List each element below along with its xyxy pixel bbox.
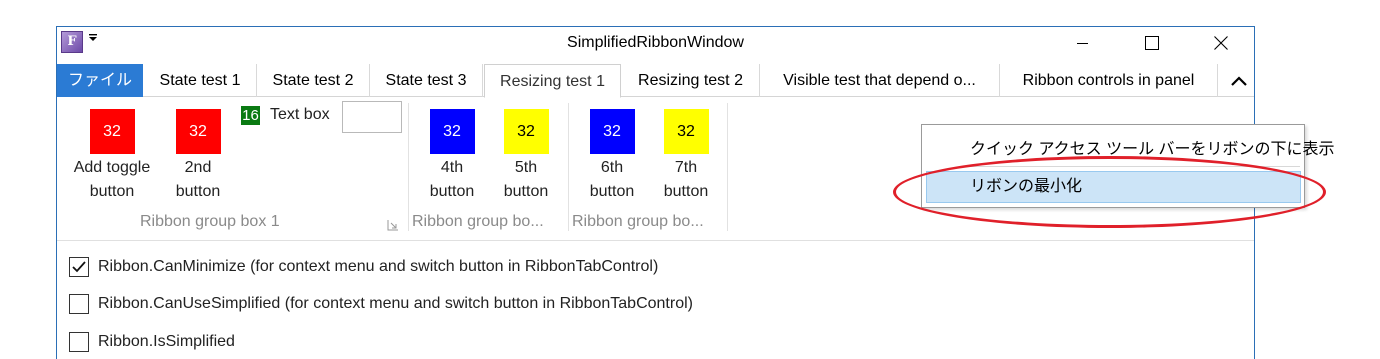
title-bar: F SimplifiedRibbonWindow [57,27,1254,59]
button-label: Add toggle [73,159,151,176]
ribbon-textbox[interactable] [342,101,402,133]
minimize-icon [1077,43,1088,44]
is-simplified-checkbox[interactable]: Ribbon.IsSimplified [69,332,235,352]
group-separator [568,103,569,231]
maximize-button[interactable] [1119,27,1185,59]
button-label: 7th [674,159,698,176]
red-32-icon: 32 [175,109,221,154]
tab-ribbon-controls-in-panel[interactable]: Ribbon controls in panel [1000,64,1218,97]
minimize-button[interactable] [1050,27,1116,59]
textbox-label: Text box [270,106,330,123]
menu-item-minimize-ribbon[interactable]: リボンの最小化 [926,171,1301,203]
tab-state-test-3[interactable]: State test 3 [370,64,483,97]
dialog-launcher-icon[interactable] [387,218,399,231]
can-use-simplified-checkbox[interactable]: Ribbon.CanUseSimplified (for context men… [69,294,693,314]
checkbox-label: Ribbon.CanUseSimplified (for context men… [98,295,693,312]
fourth-button[interactable]: 32 4th button [418,109,486,204]
button-label: button [175,183,221,200]
ribbon-context-menu: クイック アクセス ツール バーをリボンの下に表示 リボンの最小化 [921,124,1335,208]
sixth-button[interactable]: 32 6th button [578,109,646,204]
close-button[interactable] [1188,27,1254,59]
chevron-up-icon [1231,76,1247,86]
ribbon-collapse-button[interactable] [1225,66,1253,96]
button-label: button [89,183,135,200]
can-minimize-checkbox[interactable]: Ribbon.CanMinimize (for context menu and… [69,257,658,277]
group-label-1: Ribbon group box 1 [140,213,280,230]
maximize-icon [1145,36,1159,50]
button-label: button [429,183,475,200]
green-16-icon: 16 [241,106,260,125]
checkbox-label: Ribbon.IsSimplified [98,333,235,350]
tab-file[interactable]: ファイル [57,64,143,97]
seventh-button[interactable]: 32 7th button [652,109,720,204]
button-label: button [589,183,635,200]
blue-32-icon: 32 [589,109,635,154]
checkbox-box[interactable] [69,332,89,352]
second-button[interactable]: 32 2nd button [165,109,231,204]
close-icon [1214,36,1228,50]
yellow-32-icon: 32 [663,109,709,154]
button-label: button [663,183,709,200]
group-label-2: Ribbon group bo... [412,213,544,230]
tab-visible-test[interactable]: Visible test that depend o... [760,64,1000,97]
button-label: 4th [440,159,464,176]
button-label: 5th [514,159,538,176]
button-label: 6th [600,159,624,176]
add-toggle-button[interactable]: 32 Add toggle button [63,109,161,204]
checkmark-icon [72,261,86,273]
button-label: button [503,183,549,200]
checkbox-box[interactable] [69,257,89,277]
tab-state-test-2[interactable]: State test 2 [257,64,370,97]
tab-resizing-test-1[interactable]: Resizing test 1 [484,64,621,98]
tab-resizing-test-2[interactable]: Resizing test 2 [622,64,760,97]
group-separator [408,103,409,231]
fifth-button[interactable]: 32 5th button [492,109,560,204]
blue-32-icon: 32 [429,109,475,154]
button-label: 2nd [184,159,212,176]
menu-separator [970,166,1300,167]
menu-item-show-qat-below[interactable]: クイック アクセス ツール バーをリボンの下に表示 [970,135,1335,159]
yellow-32-icon: 32 [503,109,549,154]
group-label-3: Ribbon group bo... [572,213,704,230]
red-32-icon: 32 [89,109,135,154]
tab-state-test-1[interactable]: State test 1 [144,64,257,97]
checkbox-box[interactable] [69,294,89,314]
ribbon-tab-bar: ファイル State test 1 State test 2 State tes… [57,60,1254,98]
group-separator [727,103,728,231]
checkbox-label: Ribbon.CanMinimize (for context menu and… [98,258,659,275]
